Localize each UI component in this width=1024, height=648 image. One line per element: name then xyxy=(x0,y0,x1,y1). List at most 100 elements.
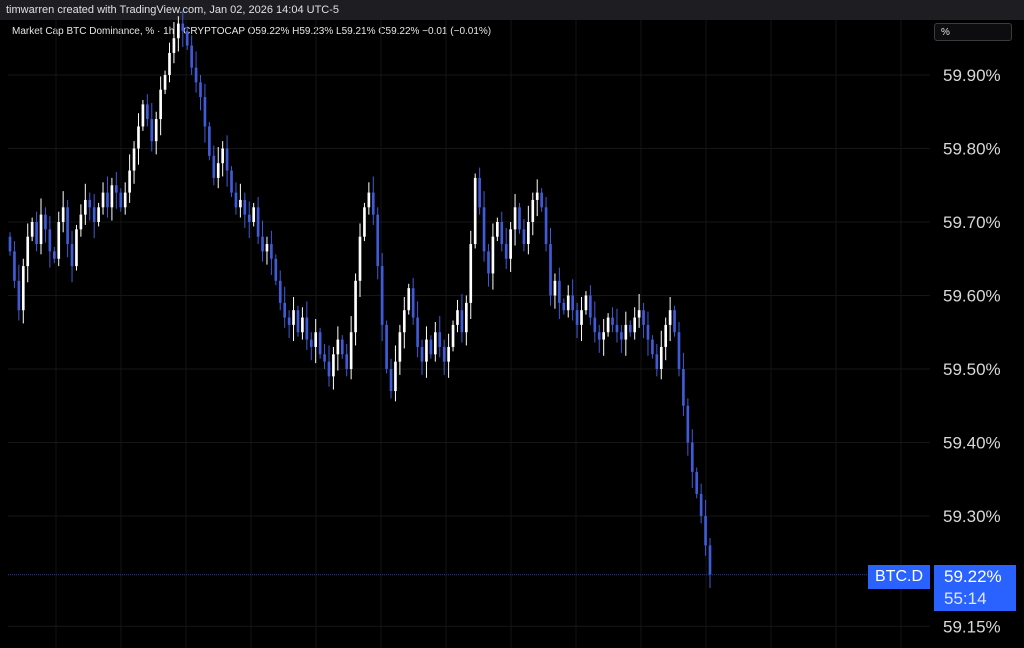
candle-body xyxy=(106,192,109,208)
candle-body xyxy=(624,324,628,340)
candle-body xyxy=(234,192,238,208)
candle-body xyxy=(265,244,269,252)
candle-body xyxy=(496,222,499,237)
candle-body xyxy=(146,104,149,120)
candle-body xyxy=(655,354,659,369)
candle-body xyxy=(478,177,481,208)
candle-body xyxy=(296,310,300,333)
y-tick-label: 59.50% xyxy=(943,360,1001,379)
candle-body xyxy=(239,199,242,208)
candle-body xyxy=(504,244,508,259)
candle-body xyxy=(345,354,349,369)
candle-body xyxy=(132,148,136,171)
candle-body xyxy=(491,236,495,274)
candle-body xyxy=(88,199,92,208)
candle-body xyxy=(407,288,411,311)
candle-body xyxy=(150,119,154,142)
candle-body xyxy=(420,346,424,362)
y-tick-label: 59.90% xyxy=(943,66,1001,85)
candle-body xyxy=(531,199,535,222)
candle-body xyxy=(212,155,216,178)
candle-body xyxy=(664,324,668,347)
candle-body xyxy=(225,148,229,171)
candle-body xyxy=(305,317,309,340)
candle-body xyxy=(620,332,623,340)
candle-body xyxy=(21,266,25,311)
candle-body xyxy=(309,339,313,347)
candle-body xyxy=(558,280,561,303)
candle-body xyxy=(642,310,645,325)
candle-body xyxy=(292,310,295,325)
candle-body xyxy=(708,545,712,575)
candle-body xyxy=(119,192,123,208)
candle-body xyxy=(243,199,247,215)
candle-body xyxy=(442,346,446,362)
candle-body xyxy=(389,369,393,392)
candle-body xyxy=(66,207,69,245)
candle-body xyxy=(101,192,105,208)
candle-body xyxy=(416,317,419,347)
candle-body xyxy=(26,236,30,267)
candle-body xyxy=(363,207,366,237)
candle-body xyxy=(261,236,264,252)
candle-body xyxy=(154,119,158,142)
candle-body xyxy=(562,302,566,311)
candle-body xyxy=(571,295,574,311)
candle-body xyxy=(677,332,681,369)
last-price-value: 59.22% xyxy=(944,567,1002,586)
candle-body xyxy=(402,310,406,333)
candle-body xyxy=(513,207,517,230)
candle-body xyxy=(336,339,340,355)
candle-body xyxy=(589,295,592,318)
candle-body xyxy=(314,332,318,347)
candle-body xyxy=(584,295,588,311)
candle-body xyxy=(566,295,570,311)
candle-body xyxy=(553,280,557,296)
candle-body xyxy=(509,229,512,259)
candle-body xyxy=(371,192,375,215)
candle-body xyxy=(141,104,145,127)
candle-body xyxy=(278,280,282,303)
candle-body xyxy=(367,192,371,208)
y-tick-label: 59.60% xyxy=(943,287,1001,306)
candle-body xyxy=(544,207,548,245)
candle-body xyxy=(128,170,131,193)
candle-body xyxy=(159,89,162,120)
y-tick-label: 59.80% xyxy=(943,140,1001,159)
candle-body xyxy=(438,332,442,347)
candle-body xyxy=(549,244,552,296)
candle-body xyxy=(580,310,583,325)
candle-body xyxy=(181,23,185,31)
candle-body xyxy=(376,214,380,267)
candle-body xyxy=(172,38,176,53)
candle-body xyxy=(686,405,690,443)
candle-body xyxy=(651,339,654,355)
candle-body xyxy=(469,244,473,303)
candle-body xyxy=(633,317,637,333)
candle-body xyxy=(465,302,468,333)
candle-body xyxy=(110,185,114,208)
price-chart[interactable]: 59.90% 59.80% 59.70% 59.60% 59.50% 59.40% 59.3… xyxy=(0,0,1024,648)
candle-body xyxy=(575,310,579,325)
candle-body xyxy=(301,317,304,333)
candle-body xyxy=(83,199,87,215)
y-tick-label: 59.40% xyxy=(943,434,1001,453)
candle-body xyxy=(230,170,233,193)
candle-body xyxy=(35,222,38,245)
candle-body xyxy=(48,229,52,252)
candle-body xyxy=(487,251,490,274)
candle-body xyxy=(283,302,287,318)
symbol-label: BTC.D xyxy=(868,565,930,589)
candle-body xyxy=(597,332,601,340)
candle-body xyxy=(527,222,530,245)
candle-body xyxy=(429,339,433,355)
candle-body xyxy=(137,126,140,149)
candle-body xyxy=(13,251,16,281)
candle-body xyxy=(52,251,56,259)
candle-body xyxy=(287,317,291,325)
candle-body xyxy=(216,163,220,178)
candle-body xyxy=(199,82,202,98)
candle-body xyxy=(385,324,388,369)
candle-body xyxy=(79,214,83,230)
candle-body xyxy=(203,97,207,127)
